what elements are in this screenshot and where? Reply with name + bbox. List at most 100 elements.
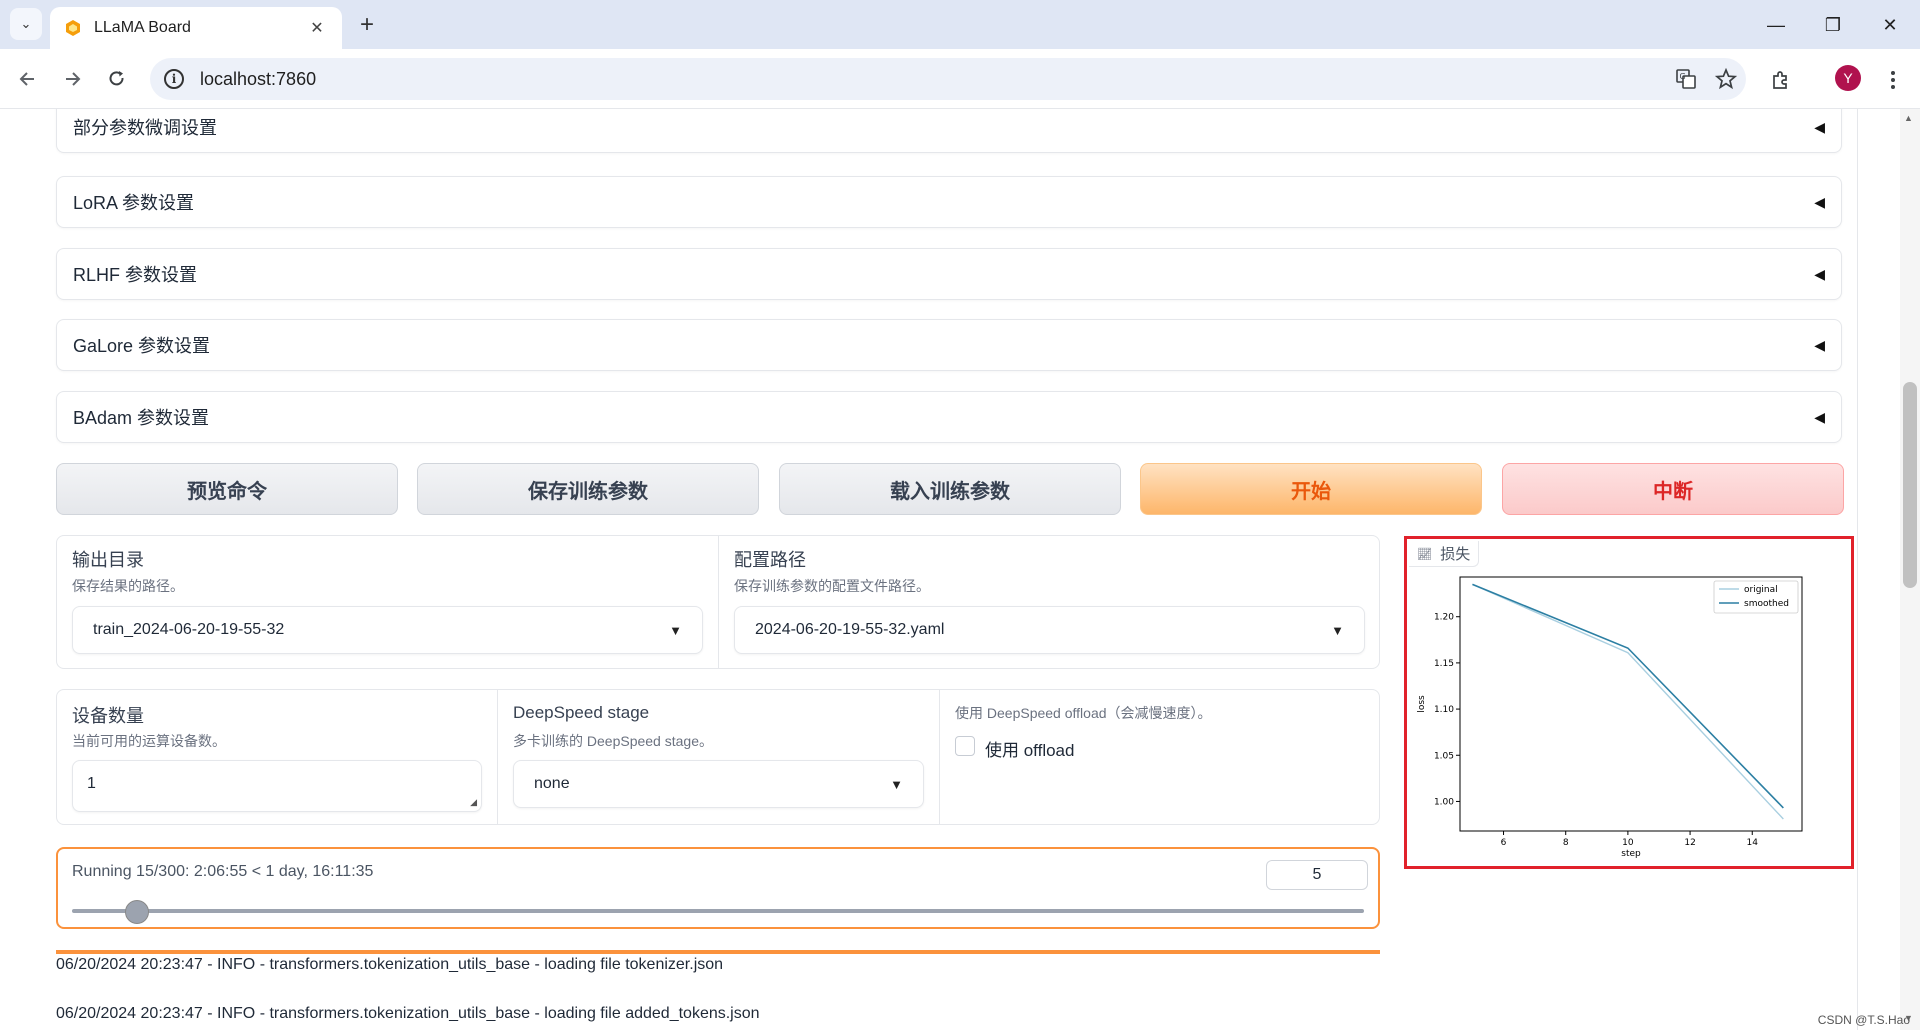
caret-left-icon: ◀	[1814, 118, 1825, 135]
accordion-label: BAdam 参数设置	[73, 408, 210, 428]
accordion-label: RLHF 参数设置	[73, 265, 198, 285]
accordion-label: GaLore 参数设置	[73, 336, 211, 356]
offload-checkbox[interactable]	[955, 736, 975, 756]
y-tick-label: 1.15	[1434, 659, 1454, 669]
caret-left-icon: ◀	[1814, 408, 1825, 425]
chevron-down-icon[interactable]: ▼	[890, 777, 903, 792]
device-count-value: 1	[87, 775, 96, 792]
training-progress: Running 15/300: 2:06:55 < 1 day, 16:11:3…	[56, 847, 1380, 929]
log-divider	[56, 950, 1380, 954]
browser-toolbar: i localhost:7860 G Y	[0, 49, 1920, 109]
accordion-label: LoRA 参数设置	[73, 193, 195, 213]
profile-avatar[interactable]: Y	[1835, 65, 1861, 91]
caret-left-icon: ◀	[1814, 336, 1825, 353]
accordion-galore-settings[interactable]: GaLore 参数设置 ◀	[56, 319, 1842, 371]
deepspeed-stage-info: 多卡训练的 DeepSpeed stage。	[513, 733, 713, 749]
offload-checkbox-label[interactable]: 使用 offload	[985, 736, 1074, 761]
y-axis-label: loss	[1417, 695, 1427, 713]
restore-window-button[interactable]: ❐	[1813, 10, 1853, 40]
x-tick-label: 14	[1747, 838, 1759, 848]
plot-axes-frame	[1459, 576, 1803, 832]
y-tick-label: 1.00	[1434, 797, 1454, 807]
caret-left-icon: ◀	[1814, 265, 1825, 282]
save-arguments-button[interactable]: 保存训练参数	[417, 463, 759, 515]
deepspeed-stage-dropdown[interactable]: none ▼	[513, 760, 924, 808]
accordion-rlhf-settings[interactable]: RLHF 参数设置 ◀	[56, 248, 1842, 300]
close-tab-icon[interactable]: ✕	[306, 18, 328, 38]
watermark-text: CSDN @T.S.Hao	[1817, 1013, 1910, 1027]
minimize-window-button[interactable]: —	[1756, 10, 1796, 40]
column-divider	[497, 690, 498, 824]
output-dir-dropdown[interactable]: train_2024-06-20-19-55-32 ▼	[72, 606, 703, 654]
browser-tab-bar: ⌄ LLaMA Board ✕ + — ❐ ✕	[0, 0, 1920, 49]
url-text[interactable]: localhost:7860	[200, 69, 1666, 90]
accordion-freeze-settings[interactable]: 部分参数微调设置 ◀	[56, 109, 1842, 153]
log-line: 06/20/2024 20:23:47 - INFO - transformer…	[56, 956, 724, 973]
close-window-button[interactable]: ✕	[1870, 10, 1910, 40]
progress-slider-thumb[interactable]	[124, 900, 149, 924]
accordion-lora-settings[interactable]: LoRA 参数设置 ◀	[56, 176, 1842, 228]
llama-board-favicon-icon	[66, 20, 80, 36]
config-path-info: 保存训练参数的配置文件路径。	[734, 578, 930, 594]
progress-status-text: Running 15/300: 2:06:55 < 1 day, 16:11:3…	[72, 863, 374, 880]
legend-label-original: original	[1744, 585, 1778, 595]
x-tick-label: 12	[1684, 838, 1695, 848]
device-count-info: 当前可用的运算设备数。	[72, 733, 226, 749]
load-arguments-button[interactable]: 载入训练参数	[779, 463, 1121, 515]
bookmark-star-icon[interactable]	[1706, 63, 1746, 95]
config-path-dropdown[interactable]: 2024-06-20-19-55-32.yaml ▼	[734, 606, 1365, 654]
reload-icon	[109, 71, 124, 86]
tab-title: LLaMA Board	[94, 19, 191, 36]
progress-slider-track[interactable]	[72, 909, 1364, 913]
log-line: 06/20/2024 20:23:47 - INFO - transformer…	[56, 1005, 760, 1022]
output-dir-info: 保存结果的路径。	[72, 578, 184, 594]
x-axis-label: step	[1621, 849, 1641, 859]
resize-handle-icon[interactable]: ◢	[470, 797, 477, 808]
accordion-label: 部分参数微调设置	[73, 118, 217, 138]
y-tick-label: 1.05	[1434, 751, 1454, 761]
start-button[interactable]: 开始	[1140, 463, 1482, 515]
page-content: 部分参数微调设置 ◀ LoRA 参数设置 ◀ RLHF 参数设置 ◀ GaLor…	[0, 109, 1920, 1030]
browser-menu-icon[interactable]	[1876, 63, 1910, 97]
x-tick-label: 10	[1622, 838, 1634, 848]
site-info-icon[interactable]: i	[164, 69, 184, 89]
chevron-down-icon[interactable]: ▼	[1331, 623, 1344, 638]
deepspeed-stage-value: none	[534, 775, 570, 792]
y-tick-label: 1.10	[1434, 705, 1454, 715]
output-dir-title: 输出目录	[72, 550, 144, 570]
caret-left-icon: ◀	[1814, 193, 1825, 210]
scrollbar-thumb[interactable]	[1903, 382, 1917, 588]
tab-search-button[interactable]: ⌄	[10, 8, 42, 40]
new-tab-button[interactable]: +	[352, 10, 382, 40]
loss-chart: 6 8 10 12 14 1.00 1.05 1.10 1.15 1.20 step loss orig…	[1417, 576, 1803, 859]
chevron-down-icon[interactable]: ▼	[669, 623, 682, 638]
abort-button[interactable]: 中断	[1502, 463, 1844, 515]
translate-icon[interactable]: G	[1666, 63, 1706, 95]
progress-number-input[interactable]: 5	[1266, 860, 1368, 890]
deepspeed-offload-info: 使用 DeepSpeed offload（会减慢速度）。	[955, 705, 1212, 721]
deepspeed-stage-title: DeepSpeed stage	[513, 703, 650, 722]
loss-plot-panel: 📈︎ 损失 6 8 10 12 14 1.00 1.05 1.10 1.15 1.20 step lo…	[1404, 536, 1854, 869]
y-tick-label: 1.20	[1434, 613, 1454, 623]
page-edge-divider	[1857, 109, 1858, 1030]
config-path-value: 2024-06-20-19-55-32.yaml	[755, 621, 945, 638]
forward-button[interactable]	[56, 63, 88, 95]
output-dir-value: train_2024-06-20-19-55-32	[93, 621, 285, 638]
x-tick-label: 8	[1563, 838, 1569, 848]
column-divider	[718, 536, 719, 668]
reload-button[interactable]	[101, 63, 133, 95]
extensions-puzzle-icon[interactable]	[1764, 63, 1798, 97]
browser-tab[interactable]: LLaMA Board ✕	[50, 7, 342, 49]
scroll-up-arrow-icon[interactable]: ▲	[1904, 113, 1913, 123]
forward-arrow-icon	[66, 72, 81, 86]
svg-text:G: G	[1680, 72, 1686, 81]
x-tick-label: 6	[1501, 838, 1507, 848]
config-path-title: 配置路径	[734, 550, 806, 570]
accordion-badam-settings[interactable]: BAdam 参数设置 ◀	[56, 391, 1842, 443]
legend-label-smoothed: smoothed	[1744, 599, 1789, 609]
back-arrow-icon	[19, 72, 34, 86]
preview-command-button[interactable]: 预览命令	[56, 463, 398, 515]
back-button[interactable]	[12, 63, 44, 95]
address-bar[interactable]: i localhost:7860 G	[150, 58, 1746, 100]
device-count-input[interactable]: 1 ◢	[72, 760, 482, 812]
